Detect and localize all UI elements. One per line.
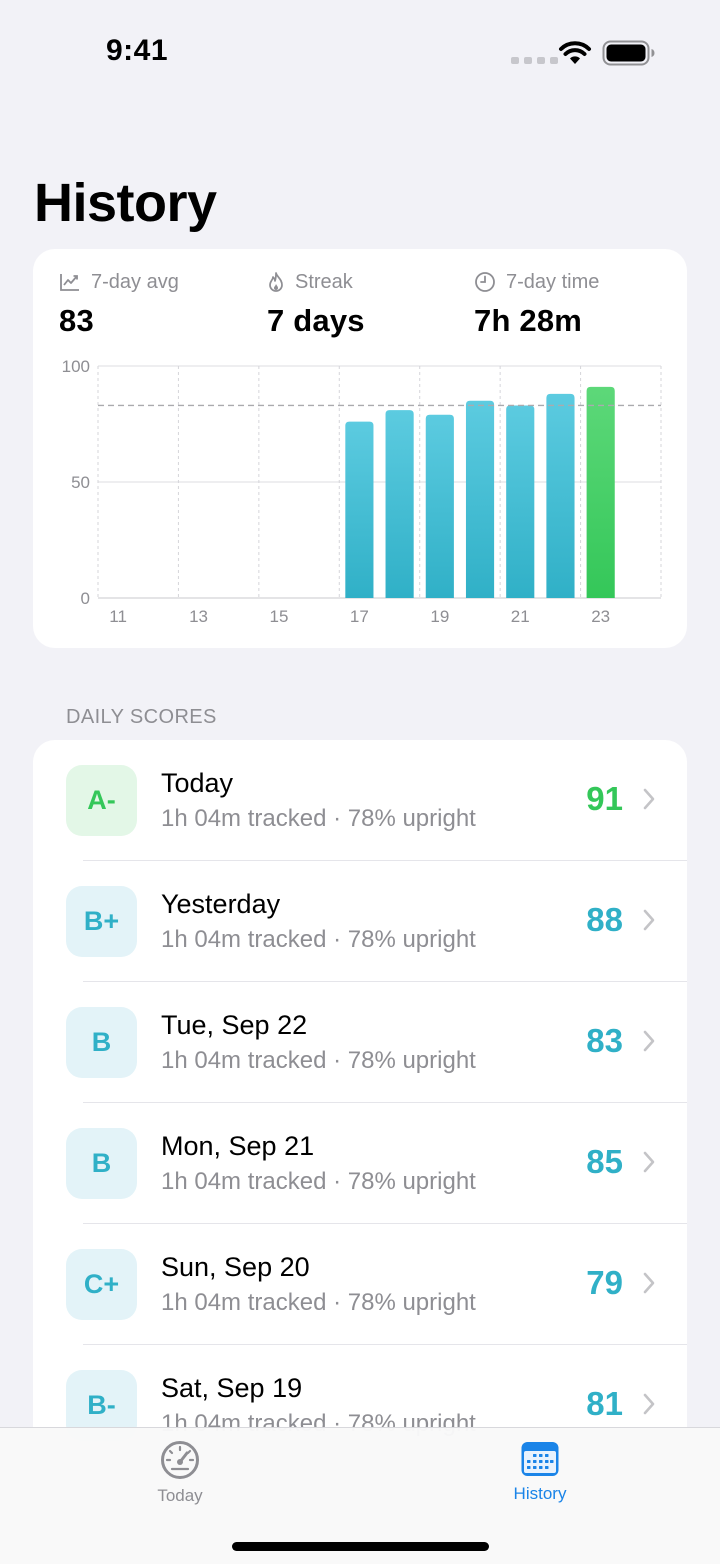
x-tick-label: 23	[591, 607, 610, 626]
bar-21	[506, 405, 535, 598]
y-tick-label: 50	[71, 473, 90, 492]
chevron-right-icon	[643, 1272, 655, 1294]
row-title: Sun, Sep 20	[161, 1252, 310, 1282]
calendar-icon	[521, 1442, 559, 1476]
stat-value: 7h 28m	[474, 303, 583, 338]
tab-history[interactable]: History	[480, 1440, 600, 1504]
x-tick-label: 15	[270, 607, 289, 626]
stat-value: 83	[59, 303, 94, 338]
stat-7-day-time: 7-day time 7h 28m	[474, 269, 599, 339]
grade-badge: B	[66, 1128, 137, 1199]
y-tick-label: 100	[62, 357, 90, 376]
row-subtitle: 1h 04m tracked · 78% upright	[161, 1168, 476, 1195]
row-subtitle: 1h 04m tracked · 78% upright	[161, 1289, 476, 1316]
gauge-icon	[161, 1441, 199, 1479]
row-score: 81	[586, 1385, 623, 1422]
list-item[interactable]: B Mon, Sep 21 1h 04m tracked · 78% upright…	[33, 1103, 687, 1224]
chart-line-icon	[60, 274, 79, 291]
x-tick-label: 11	[109, 607, 127, 626]
grade-badge: C+	[66, 1249, 137, 1320]
chevron-right-icon	[643, 1030, 655, 1052]
stat-streak: Streak 7 days	[267, 269, 365, 339]
chevron-right-icon	[643, 1393, 655, 1415]
summary-card: 7-day avg 83 Streak 7 days 7-day time 7h…	[33, 249, 687, 648]
x-tick-label: 13	[189, 607, 208, 626]
daily-scores-list: A- Today 1h 04m tracked · 78% upright 91 B+ Y…	[33, 740, 687, 1460]
row-title: Today	[161, 768, 234, 798]
grade-badge: B+	[66, 886, 137, 957]
list-item[interactable]: A- Today 1h 04m tracked · 78% upright 91	[33, 740, 687, 861]
stat-label: Streak	[295, 270, 353, 293]
tab-today[interactable]: Today	[120, 1440, 240, 1506]
row-title: Yesterday	[161, 889, 281, 919]
grade-badge: B	[66, 1007, 137, 1078]
bar-22	[546, 393, 575, 598]
tab-label: Today	[157, 1486, 203, 1505]
row-title: Mon, Sep 21	[161, 1131, 315, 1161]
page-title: History	[34, 173, 217, 233]
grade-badge: A-	[66, 765, 137, 836]
list-item[interactable]: C+ Sun, Sep 20 1h 04m tracked · 78% uprigh…	[33, 1224, 687, 1345]
row-score: 91	[586, 780, 623, 817]
row-title: Tue, Sep 22	[161, 1010, 308, 1040]
flame-icon	[269, 272, 283, 292]
signal-icon	[511, 57, 558, 64]
list-item[interactable]: B+ Yesterday 1h 04m tracked · 78% upright 8…	[33, 861, 687, 982]
battery-icon	[602, 40, 655, 66]
x-tick-label: 21	[511, 607, 530, 626]
bar-23	[586, 386, 615, 598]
bar-19	[425, 414, 454, 598]
row-score: 83	[586, 1022, 623, 1059]
wifi-icon	[559, 41, 591, 64]
row-title: Sat, Sep 19	[161, 1373, 303, 1403]
status-time: 9:41	[106, 34, 169, 67]
bar-20	[465, 400, 495, 598]
row-score: 79	[586, 1264, 623, 1301]
stat-value: 7 days	[267, 303, 365, 338]
bar-17	[345, 421, 374, 598]
score-bar-chart: 0 50 100 11 13 15 17 19 21 23	[62, 357, 662, 626]
home-indicator	[232, 1542, 489, 1551]
row-score: 85	[586, 1143, 623, 1180]
row-subtitle: 1h 04m tracked · 78% upright	[161, 926, 476, 953]
row-score: 88	[586, 901, 623, 938]
clock-icon	[475, 272, 495, 292]
tab-label: History	[513, 1484, 567, 1503]
y-tick-label: 0	[81, 589, 90, 608]
section-header: DAILY SCORES	[66, 706, 217, 728]
x-tick-label: 17	[350, 607, 369, 626]
row-subtitle: 1h 04m tracked · 78% upright	[161, 1047, 476, 1074]
x-tick-label: 19	[430, 607, 449, 626]
status-bar: 9:41	[0, 0, 720, 100]
bar-18	[385, 410, 414, 598]
chevron-right-icon	[643, 788, 655, 810]
chevron-right-icon	[643, 1151, 655, 1173]
row-subtitle: 1h 04m tracked · 78% upright	[161, 805, 476, 832]
stat-label: 7-day avg	[91, 270, 179, 293]
list-item[interactable]: B Tue, Sep 22 1h 04m tracked · 78% upright…	[33, 982, 687, 1103]
chevron-right-icon	[643, 909, 655, 931]
stat-7-day-avg: 7-day avg 83	[59, 269, 179, 339]
stat-label: 7-day time	[506, 270, 600, 293]
